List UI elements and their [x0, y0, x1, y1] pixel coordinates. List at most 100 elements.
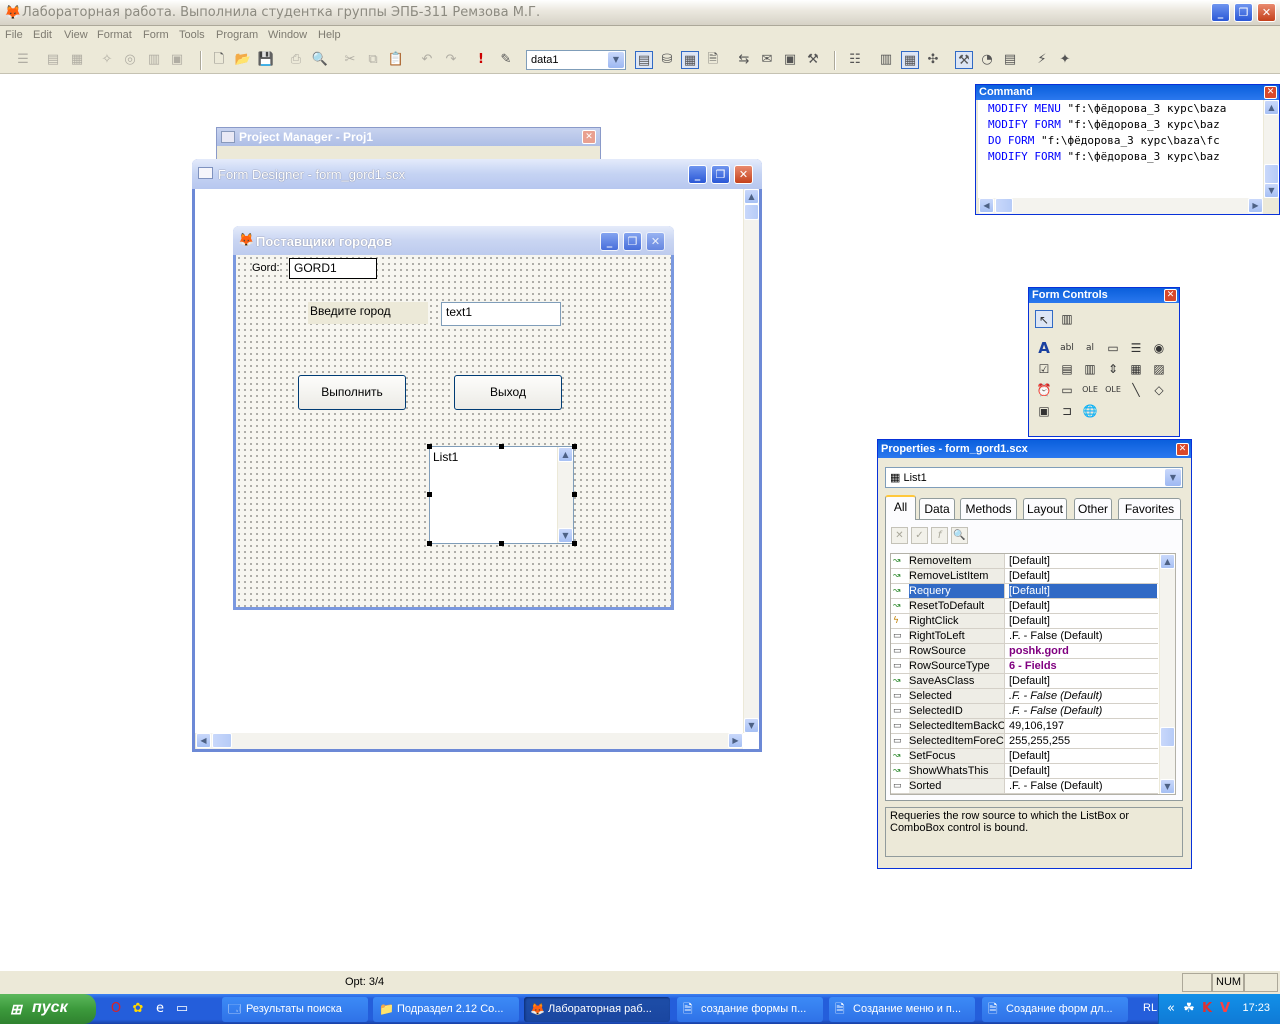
property-row[interactable]: ↝ SaveAsClass [Default] — [891, 674, 1158, 689]
selection-handle[interactable] — [427, 492, 432, 497]
autoformat-icon[interactable]: ✦ — [1056, 51, 1074, 69]
view-classes-icon[interactable]: ▥ — [1058, 310, 1076, 328]
tab-other[interactable]: Other — [1074, 498, 1112, 519]
properties-vscroll[interactable]: ▲ ▼ — [1159, 554, 1175, 794]
desktop-icon[interactable]: ▭ — [174, 1001, 190, 1017]
scroll-thumb[interactable] — [744, 204, 759, 220]
align-left-icon[interactable]: ▤ — [1001, 51, 1019, 69]
selection-handle[interactable] — [572, 492, 577, 497]
wizard-icon[interactable]: ✧ — [98, 51, 116, 69]
menu-view[interactable]: View — [64, 29, 88, 41]
close-icon[interactable]: ✕ — [1164, 289, 1177, 302]
undo-icon[interactable]: ↶ — [418, 51, 436, 69]
property-row[interactable]: ▭ RightToLeft .F. - False (Default) — [891, 629, 1158, 644]
network-icon[interactable]: ☘ — [1181, 1001, 1197, 1017]
selection-handle[interactable] — [499, 444, 504, 449]
tab-data[interactable]: Data — [919, 498, 955, 519]
code-icon[interactable]: ⚒ — [955, 51, 973, 69]
spinner-control-icon[interactable]: ⇕ — [1104, 360, 1122, 378]
maximize-button[interactable]: ❐ — [1234, 3, 1253, 22]
city-textbox[interactable]: text1 — [441, 302, 561, 326]
exit-button[interactable]: Выход — [454, 375, 562, 410]
modify-icon[interactable]: ✎ — [497, 51, 515, 69]
design-form[interactable]: 🦊 Поставщики городов _ ❐ ✕ Gord: GORD1 В… — [233, 226, 674, 610]
close-icon[interactable]: ✕ — [1264, 86, 1277, 99]
designer-hscroll[interactable]: ◀ ▶ — [195, 733, 743, 749]
selection-handle[interactable] — [427, 541, 432, 546]
scroll-thumb[interactable] — [1264, 164, 1279, 184]
pageframe-control-icon[interactable]: ▭ — [1058, 381, 1076, 399]
scroll-right-icon[interactable]: ▶ — [1248, 198, 1263, 213]
debug-icon[interactable]: ◔ — [978, 51, 996, 69]
scroll-up-icon[interactable]: ▲ — [558, 447, 573, 462]
scroll-right-icon[interactable]: ▶ — [728, 733, 743, 748]
tab-methods[interactable]: Methods — [960, 498, 1017, 519]
form-icon[interactable]: ▤ — [635, 51, 653, 69]
property-row[interactable]: ϟ RightClick [Default] — [891, 614, 1158, 629]
new-file-icon[interactable]: 🗋 — [210, 51, 228, 69]
property-row[interactable]: ▭ RowSource poshk.gord — [891, 644, 1158, 659]
taskbar-item-active[interactable]: 🦊 Лабораторная раб... — [524, 997, 670, 1022]
option-group-control-icon[interactable]: ◉ — [1150, 339, 1168, 357]
checkbox-control-icon[interactable]: ☑ — [1035, 360, 1053, 378]
execute-button[interactable]: Выполнить — [298, 375, 406, 410]
menu-form[interactable]: Form — [143, 29, 169, 41]
menu-window[interactable]: Window — [268, 29, 307, 41]
antivirus-icon[interactable]: K — [1199, 1001, 1215, 1017]
menu-tools[interactable]: Tools — [179, 29, 205, 41]
scroll-thumb[interactable] — [212, 733, 232, 748]
property-row[interactable]: ▭ RowSourceType 6 - Fields — [891, 659, 1158, 674]
minimize-button[interactable]: _ — [688, 165, 707, 184]
report-icon[interactable]: 🗎 — [704, 51, 722, 69]
layout-icon[interactable]: ▣ — [168, 51, 186, 69]
separator-control-icon[interactable]: ⊐ — [1058, 402, 1076, 420]
data-env-icon[interactable]: ⛁ — [658, 51, 676, 69]
outline-icon[interactable]: ☰ — [14, 51, 32, 69]
connect-icon[interactable]: ⇆ — [735, 51, 753, 69]
scroll-up-icon[interactable]: ▲ — [744, 189, 759, 204]
save-icon[interactable]: 💾 — [257, 51, 275, 69]
property-row[interactable]: ▭SelectedItemForeColor255,255,255 — [891, 734, 1158, 749]
scroll-down-icon[interactable]: ▼ — [744, 718, 759, 733]
form-grid-canvas[interactable]: Gord: GORD1 Введите город text1 Выполнит… — [236, 255, 671, 607]
taskbar-item[interactable]: 🗎 Создание форм дл... — [982, 997, 1128, 1022]
chevron-down-icon[interactable]: ▼ — [608, 52, 624, 68]
color-palette-icon[interactable]: ✣ — [924, 51, 942, 69]
line-control-icon[interactable]: ╲ — [1127, 381, 1145, 399]
listbox-control-icon[interactable]: ▥ — [1081, 360, 1099, 378]
menu-edit[interactable]: Edit — [33, 29, 52, 41]
tray-chevron-icon[interactable]: « — [1163, 1001, 1179, 1017]
icq-icon[interactable]: ✿ — [130, 1001, 146, 1017]
start-button[interactable]: ⊞ пуск — [0, 994, 96, 1024]
tab-layout[interactable]: Layout — [1023, 498, 1067, 519]
gord-textbox[interactable]: GORD1 — [289, 258, 377, 279]
property-row[interactable]: ▭ SelectedID .F. - False (Default) — [891, 704, 1158, 719]
chevron-down-icon[interactable]: ▼ — [1165, 469, 1181, 486]
list-vscroll[interactable]: ▲ ▼ — [557, 447, 573, 543]
menu-file[interactable]: File — [5, 29, 23, 41]
textbox-control-icon[interactable]: abl — [1058, 339, 1076, 357]
vaccine-icon[interactable]: V — [1217, 1001, 1233, 1017]
properties-icon[interactable]: ▦ — [681, 51, 699, 69]
selection-handle[interactable] — [499, 541, 504, 546]
form-controls-icon[interactable]: ▦ — [901, 51, 919, 69]
ole-container-control-icon[interactable]: OLE — [1081, 381, 1099, 399]
open-folder-icon[interactable]: 📂 — [234, 51, 252, 69]
shape-control-icon[interactable]: ◇ — [1150, 381, 1168, 399]
menu-program[interactable]: Program — [216, 29, 258, 41]
paste-icon[interactable]: 📋 — [387, 51, 405, 69]
tab-favorites[interactable]: Favorites — [1118, 498, 1181, 519]
cut-icon[interactable]: ✂ — [341, 51, 359, 69]
close-icon[interactable]: ✕ — [1176, 443, 1189, 456]
property-row[interactable]: ▭ Sorted .F. - False (Default) — [891, 779, 1158, 794]
image-control-icon[interactable]: ▨ — [1150, 360, 1168, 378]
close-icon[interactable]: ✕ — [582, 130, 596, 144]
close-button[interactable]: ✕ — [734, 165, 753, 184]
scroll-left-icon[interactable]: ◀ — [196, 733, 211, 748]
scroll-thumb[interactable] — [995, 198, 1013, 213]
scroll-thumb[interactable] — [1160, 727, 1175, 747]
print-icon[interactable]: ⎙ — [287, 51, 305, 69]
object-combo[interactable]: ▦ List1 ▼ — [885, 467, 1183, 488]
property-row-selected[interactable]: ↝ Requery [Default] — [891, 584, 1158, 599]
select-pointer-icon[interactable]: ↖ — [1035, 310, 1053, 328]
